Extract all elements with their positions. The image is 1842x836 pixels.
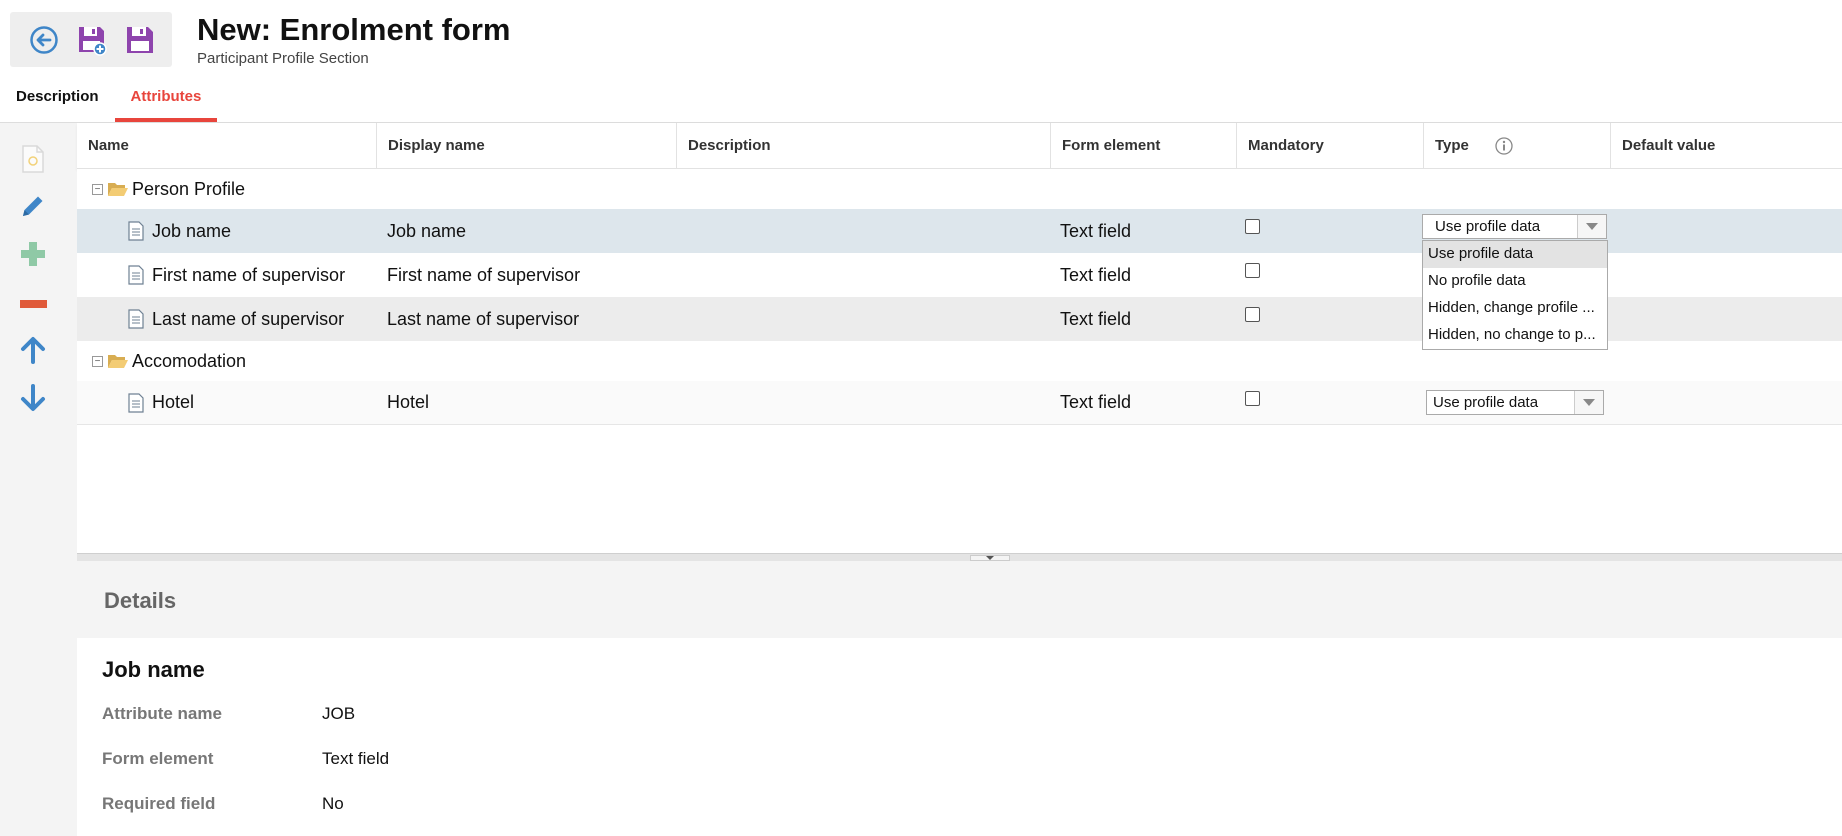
cell-form-element: Text field <box>1060 392 1132 412</box>
save-new-button[interactable] <box>74 22 110 58</box>
document-icon <box>128 309 144 329</box>
table-row[interactable]: Hotel Hotel Text field Use profile data <box>77 381 1842 425</box>
document-icon <box>128 392 144 413</box>
tab-attributes[interactable]: Attributes <box>114 82 218 122</box>
edit-button[interactable] <box>14 187 52 225</box>
folder-open-icon <box>108 183 128 196</box>
move-up-button[interactable] <box>14 331 52 369</box>
action-sidebar <box>0 123 77 836</box>
type-select[interactable]: Use profile data <box>1422 214 1607 239</box>
detail-label-required-field: Required field <box>102 794 216 813</box>
column-header-type-label: Type <box>1435 137 1469 154</box>
collapse-icon[interactable]: − <box>92 183 103 195</box>
folder-open-icon <box>108 355 128 368</box>
column-header-type[interactable]: Type <box>1424 123 1611 168</box>
pencil-icon <box>23 196 43 216</box>
mandatory-checkbox[interactable] <box>1245 307 1260 322</box>
group-label: Person Profile <box>132 178 246 199</box>
detail-label-attribute-name: Attribute name <box>102 704 222 723</box>
column-header-display-name[interactable]: Display name <box>377 123 677 168</box>
chevron-down-icon[interactable] <box>1577 215 1606 238</box>
dropdown-option[interactable]: Use profile data <box>1423 241 1607 268</box>
save-button[interactable] <box>122 22 158 58</box>
dropdown-option[interactable]: Hidden, no change to p... <box>1423 322 1607 349</box>
column-header-form-element[interactable]: Form element <box>1051 123 1237 168</box>
panel-splitter[interactable] <box>77 553 1842 561</box>
column-header-default-value[interactable]: Default value <box>1611 123 1842 168</box>
new-document-button[interactable] <box>14 140 52 178</box>
tab-bar: Description Attributes <box>0 82 218 122</box>
type-select-value: Use profile data <box>1435 218 1541 235</box>
column-header-name[interactable]: Name <box>77 123 377 168</box>
cell-name: First name of supervisor <box>152 264 346 285</box>
group-label: Accomodation <box>132 350 247 371</box>
document-icon <box>128 221 144 241</box>
plus-icon <box>21 242 45 266</box>
grid-header: Name Display name Description Form eleme… <box>77 123 1842 169</box>
cell-display-name: Last name of supervisor <box>387 308 580 329</box>
arrow-left-circle-icon <box>30 25 58 54</box>
column-header-description[interactable]: Description <box>677 123 1051 168</box>
details-header: Details <box>77 561 1842 638</box>
cell-form-element: Text field <box>1060 308 1132 329</box>
cell-display-name: Hotel <box>387 392 430 412</box>
cell-name: Last name of supervisor <box>152 308 345 329</box>
page-subtitle: Participant Profile Section <box>197 50 369 67</box>
dropdown-option[interactable]: Hidden, change profile ... <box>1423 295 1607 322</box>
minus-icon <box>20 300 47 308</box>
mandatory-checkbox[interactable] <box>1245 263 1260 278</box>
mandatory-checkbox[interactable] <box>1245 391 1260 406</box>
chevron-down-icon[interactable] <box>1574 391 1603 414</box>
tab-description[interactable]: Description <box>0 82 115 122</box>
type-select[interactable]: Use profile data <box>1426 390 1604 415</box>
arrow-down-icon <box>21 384 45 411</box>
group-row-person-profile[interactable]: − Person Profile <box>77 169 1842 209</box>
dropdown-option[interactable]: No profile data <box>1423 268 1607 295</box>
remove-button[interactable] <box>14 285 52 323</box>
cell-name: Job name <box>152 220 232 241</box>
cell-form-element: Text field <box>1060 264 1132 285</box>
detail-value-attribute-name: JOB <box>322 704 356 723</box>
details-section-title: Details <box>104 588 177 613</box>
cell-name: Hotel <box>152 392 195 412</box>
detail-label-form-element: Form element <box>102 749 214 768</box>
save-plus-icon <box>79 26 107 56</box>
details-panel: Job name Attribute name JOB Form element… <box>77 638 1842 836</box>
cell-form-element: Text field <box>1060 220 1132 241</box>
document-icon <box>128 265 144 285</box>
header-toolbar <box>10 12 172 67</box>
details-item-title: Job name <box>102 657 205 682</box>
column-header-mandatory[interactable]: Mandatory <box>1237 123 1424 168</box>
info-icon[interactable] <box>1494 136 1514 156</box>
type-dropdown-list: Use profile data No profile data Hidden,… <box>1422 240 1608 350</box>
arrow-up-icon <box>21 337 45 364</box>
back-button[interactable] <box>26 22 62 58</box>
type-select-value: Use profile data <box>1433 394 1539 411</box>
cell-display-name: Job name <box>387 220 467 241</box>
mandatory-checkbox[interactable] <box>1245 219 1260 234</box>
save-icon <box>127 26 153 53</box>
collapse-icon[interactable]: − <box>92 355 103 367</box>
detail-value-required-field: No <box>322 794 344 813</box>
page-title: New: Enrolment form <box>197 12 511 47</box>
cell-display-name: First name of supervisor <box>387 264 581 285</box>
detail-value-form-element: Text field <box>322 749 390 768</box>
add-button[interactable] <box>14 235 52 273</box>
move-down-button[interactable] <box>14 379 52 417</box>
new-document-icon <box>22 145 44 173</box>
